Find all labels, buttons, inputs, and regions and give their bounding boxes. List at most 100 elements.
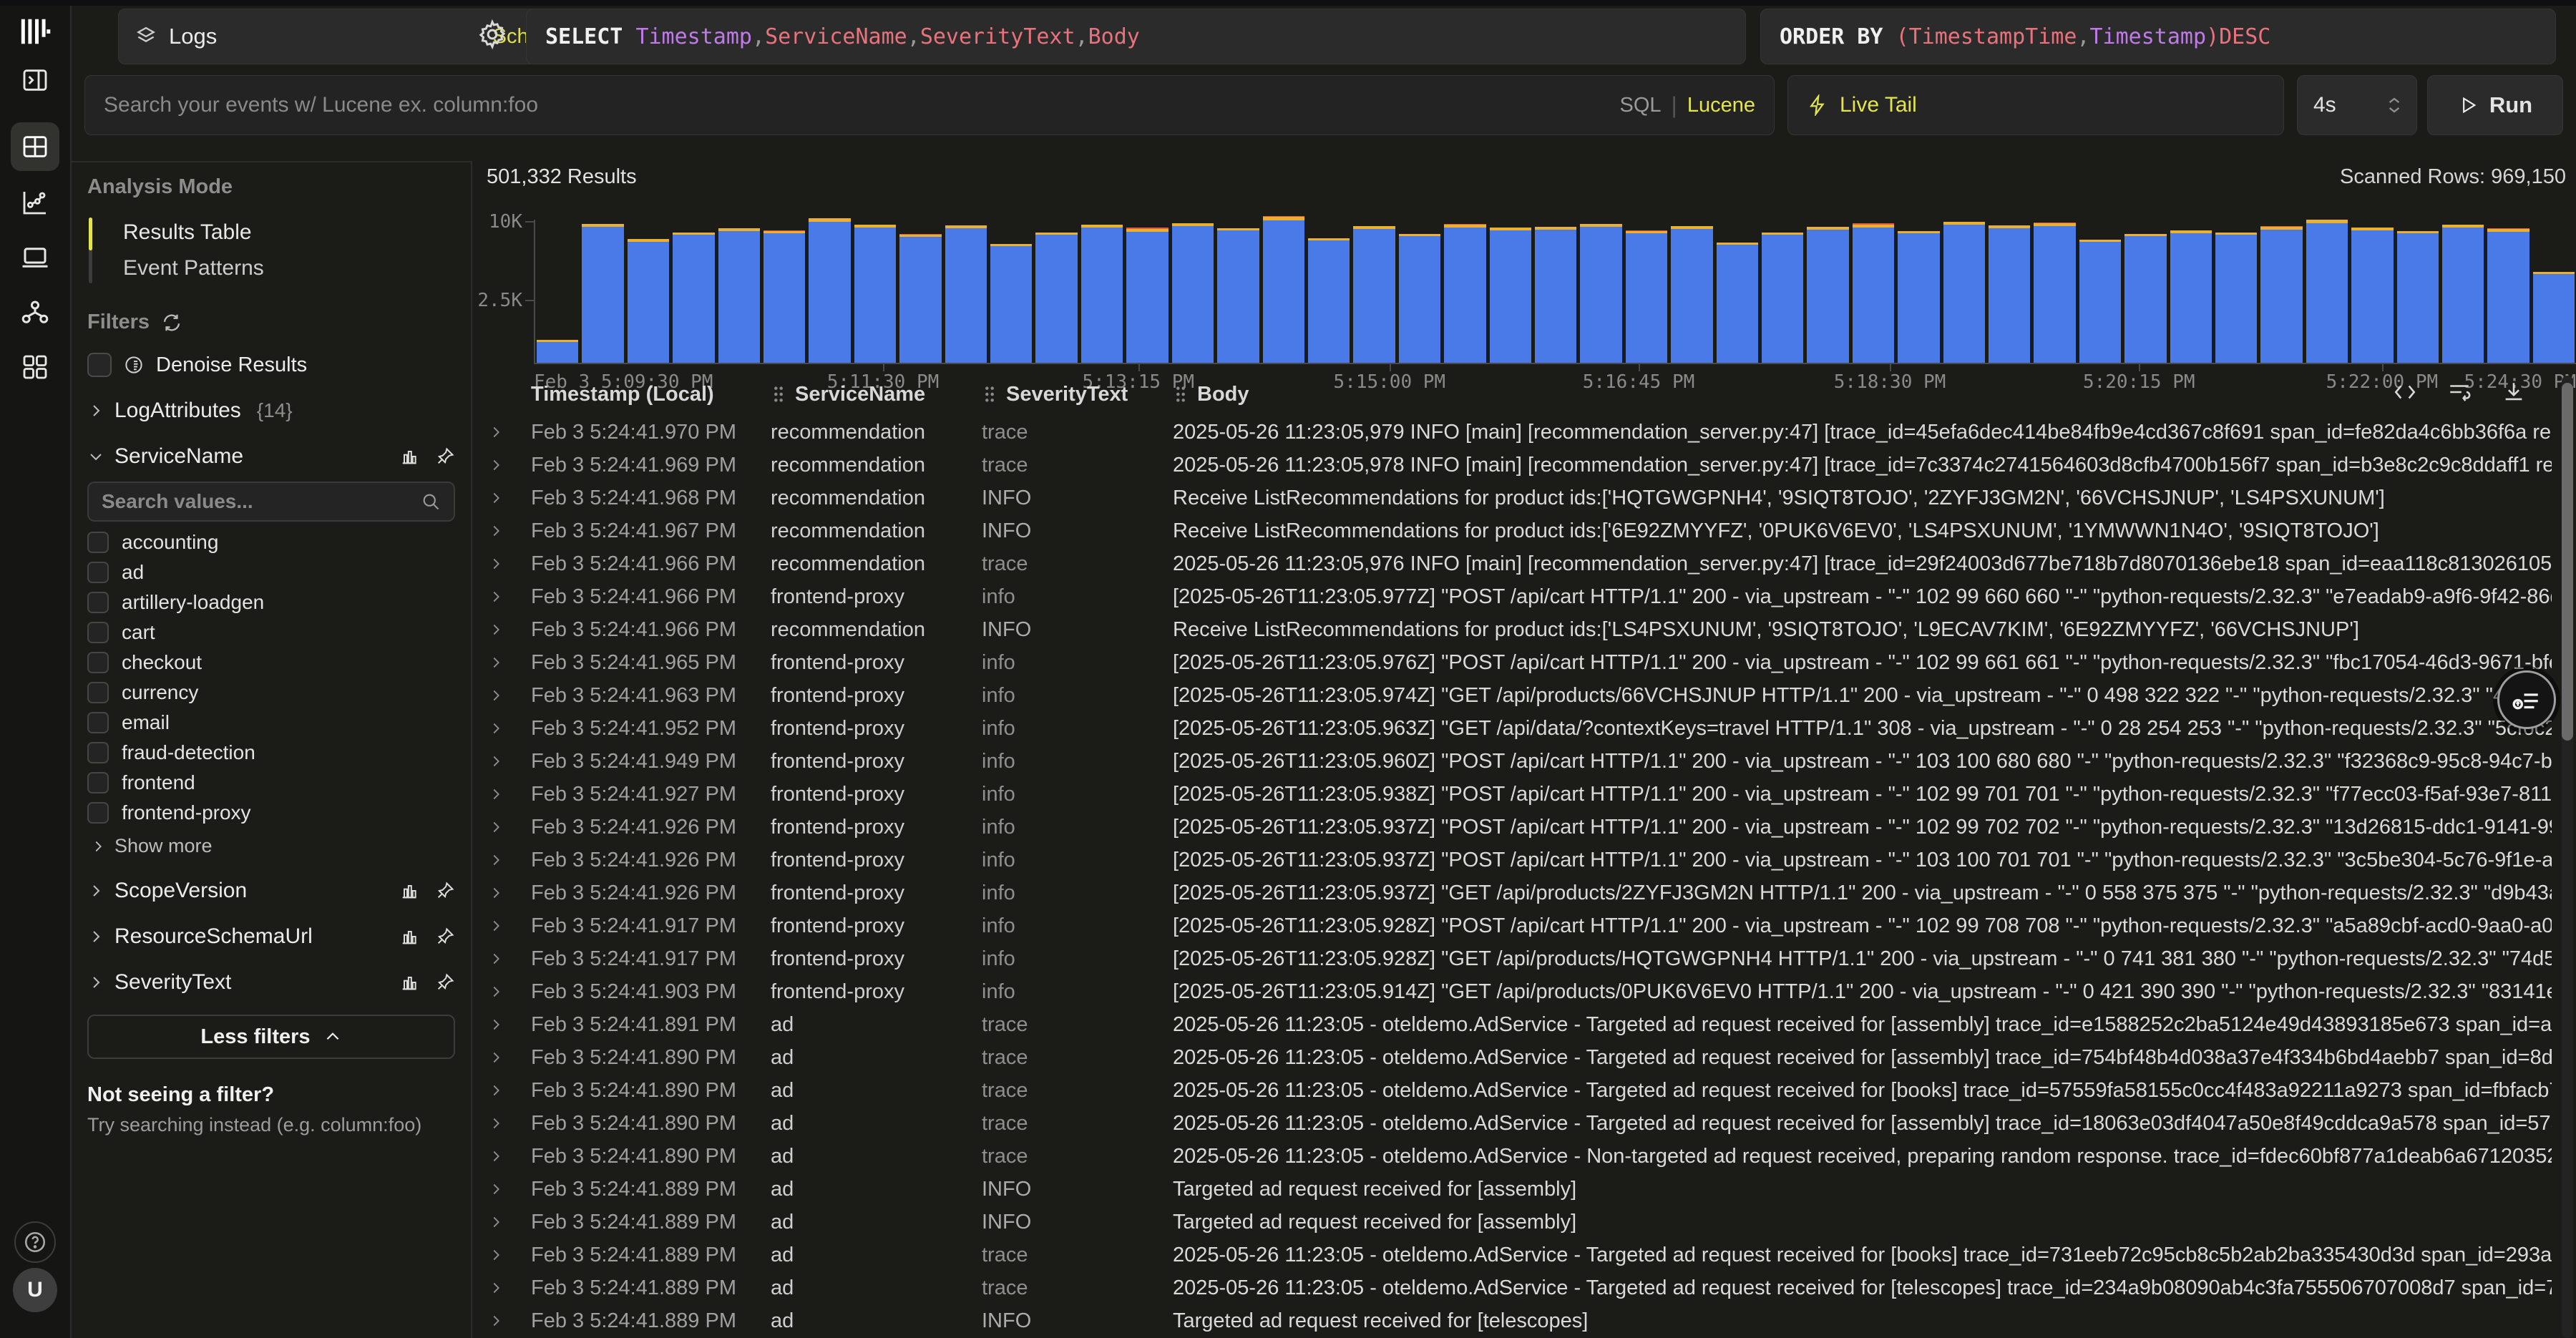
table-row[interactable]: Feb 3 5:24:41.966 PMfrontend-proxyinfo[2… [474,580,2552,613]
mode-lucene[interactable]: Lucene [1687,94,1755,117]
table-row[interactable]: Feb 3 5:24:41.890 PMadtrace2025-05-26 11… [474,1140,2552,1173]
column-header-servicename[interactable]: ServiceName [771,383,982,406]
table-row[interactable]: Feb 3 5:24:41.889 PMadINFOTargeted ad re… [474,1206,2552,1239]
refresh-icon[interactable] [161,312,182,333]
histogram-bar[interactable] [1626,230,1667,363]
table-row[interactable]: Feb 3 5:24:41.949 PMfrontend-proxyinfo[2… [474,745,2552,778]
row-expand-chevron-icon[interactable] [488,589,531,605]
service-option-accounting[interactable]: accounting [87,527,455,557]
table-row[interactable]: Feb 3 5:24:41.889 PMadINFOTargeted ad re… [474,1173,2552,1206]
table-row[interactable]: Feb 3 5:24:41.890 PMadtrace2025-05-26 11… [474,1107,2552,1140]
denoise-checkbox[interactable] [87,353,112,377]
column-header-timestamp[interactable]: Timestamp (Local) [531,383,771,406]
histogram-bar[interactable] [1671,226,1712,363]
row-expand-chevron-icon[interactable] [488,556,531,572]
histogram-bar[interactable] [1762,233,1803,363]
table-row[interactable]: Feb 3 5:24:41.889 PMadINFOTargeted ad re… [474,1304,2552,1337]
bar-chart-icon[interactable] [399,927,419,947]
table-row[interactable]: Feb 3 5:24:41.970 PMrecommendationtrace2… [474,416,2552,449]
show-more-button[interactable]: Show more [90,835,455,857]
histogram-bar[interactable] [1444,224,1485,363]
order-by-editor[interactable]: ORDER BY ( TimestampTime , Timestamp ) D… [1760,9,2556,64]
mode-sql[interactable]: SQL [1620,94,1662,117]
histogram-bar[interactable] [1989,225,2030,363]
table-row[interactable]: Feb 3 5:24:41.889 PMadtrace2025-05-26 11… [474,1239,2552,1271]
service-option-email[interactable]: email [87,708,455,738]
histogram-bar[interactable] [899,234,941,363]
row-expand-chevron-icon[interactable] [488,885,531,901]
histogram-bar[interactable] [1853,223,1894,363]
mode-results-table[interactable]: Results Table [103,215,455,250]
histogram-bar[interactable] [1535,227,1576,363]
histogram-bar[interactable] [2079,240,2121,363]
table-row[interactable]: Feb 3 5:24:41.903 PMfrontend-proxyinfo[2… [474,975,2552,1008]
table-scrollbar-thumb[interactable] [2562,383,2573,741]
table-row[interactable]: Feb 3 5:24:41.966 PMrecommendationtrace2… [474,547,2552,580]
histogram-bar[interactable] [2351,228,2393,363]
row-expand-chevron-icon[interactable] [488,424,531,440]
histogram-bar[interactable] [582,224,623,363]
service-checkbox-checkout[interactable] [87,652,109,673]
service-option-checkout[interactable]: checkout [87,648,455,678]
table-row[interactable]: Feb 3 5:24:41.927 PMfrontend-proxyinfo[2… [474,778,2552,811]
service-map-icon[interactable] [20,298,50,328]
drag-handle-icon[interactable] [1173,385,1189,404]
table-row[interactable]: Feb 3 5:24:41.968 PMrecommendationINFORe… [474,482,2552,514]
row-expand-chevron-icon[interactable] [488,984,531,1000]
histogram-bar[interactable] [1172,223,1214,363]
service-checkbox-ad[interactable] [87,562,109,583]
service-option-frontend[interactable]: frontend [87,768,455,798]
table-row[interactable]: Feb 3 5:24:41.926 PMfrontend-proxyinfo[2… [474,876,2552,909]
service-option-frontend-proxy[interactable]: frontend-proxy [87,798,455,828]
histogram-bar[interactable] [2034,223,2075,363]
live-tail-button[interactable]: Live Tail [1787,75,2284,135]
row-expand-chevron-icon[interactable] [488,721,531,736]
histogram-bar[interactable] [1217,228,1259,363]
mode-event-patterns[interactable]: Event Patterns [103,250,455,286]
service-checkbox-fraud-detection[interactable] [87,742,109,763]
service-value-search-input[interactable]: Search values... [87,482,455,522]
pin-icon[interactable] [435,972,455,992]
event-search-input[interactable]: Search your events w/ Lucene ex. column:… [84,75,1775,135]
service-checkbox-currency[interactable] [87,682,109,703]
histogram-bar[interactable] [2397,231,2439,363]
histogram-bar[interactable] [2215,233,2257,363]
table-row[interactable]: Feb 3 5:24:41.926 PMfrontend-proxyinfo[2… [474,844,2552,876]
service-option-fraud-detection[interactable]: fraud-detection [87,738,455,768]
row-expand-chevron-icon[interactable] [488,852,531,868]
row-expand-chevron-icon[interactable] [488,490,531,506]
row-expand-chevron-icon[interactable] [488,1050,531,1065]
help-button[interactable] [14,1221,56,1263]
filter-group-scopeversion[interactable]: ScopeVersion [87,879,455,903]
drag-handle-icon[interactable] [771,385,786,404]
row-expand-chevron-icon[interactable] [488,1247,531,1263]
histogram-bar[interactable] [1717,243,1758,363]
histogram-bar[interactable] [1580,224,1621,363]
table-row[interactable]: Feb 3 5:24:41.890 PMadtrace2025-05-26 11… [474,1041,2552,1074]
table-row[interactable]: Feb 3 5:24:41.890 PMadtrace2025-05-26 11… [474,1074,2552,1107]
histogram-bar[interactable] [1126,228,1168,363]
column-header-body[interactable]: Body [1173,383,2533,406]
pin-icon[interactable] [435,927,455,947]
histogram-bar[interactable] [718,228,760,363]
bar-chart-icon[interactable] [399,972,419,992]
histogram-bar[interactable] [809,218,850,363]
table-row[interactable]: Feb 3 5:24:41.926 PMfrontend-proxyinfo[2… [474,811,2552,844]
table-options-fab[interactable] [2497,670,2556,729]
row-expand-chevron-icon[interactable] [488,1280,531,1296]
source-settings-gear-icon[interactable] [477,19,508,50]
table-row[interactable]: Feb 3 5:24:41.917 PMfrontend-proxyinfo[2… [474,942,2552,975]
histogram-bar[interactable] [2124,234,2166,363]
histogram-bar[interactable] [1263,216,1304,363]
row-expand-chevron-icon[interactable] [488,1181,531,1197]
row-expand-chevron-icon[interactable] [488,1115,531,1131]
bar-chart-icon[interactable] [399,446,419,467]
row-expand-chevron-icon[interactable] [488,753,531,769]
service-option-currency[interactable]: currency [87,678,455,708]
filter-group-resourceschemaurl[interactable]: ResourceSchemaUrl [87,924,455,949]
wrap-lines-icon[interactable] [2447,380,2472,404]
drag-handle-icon[interactable] [982,385,997,404]
row-expand-chevron-icon[interactable] [488,819,531,835]
table-row[interactable]: Feb 3 5:24:41.966 PMrecommendationINFORe… [474,613,2552,646]
row-expand-chevron-icon[interactable] [488,688,531,703]
